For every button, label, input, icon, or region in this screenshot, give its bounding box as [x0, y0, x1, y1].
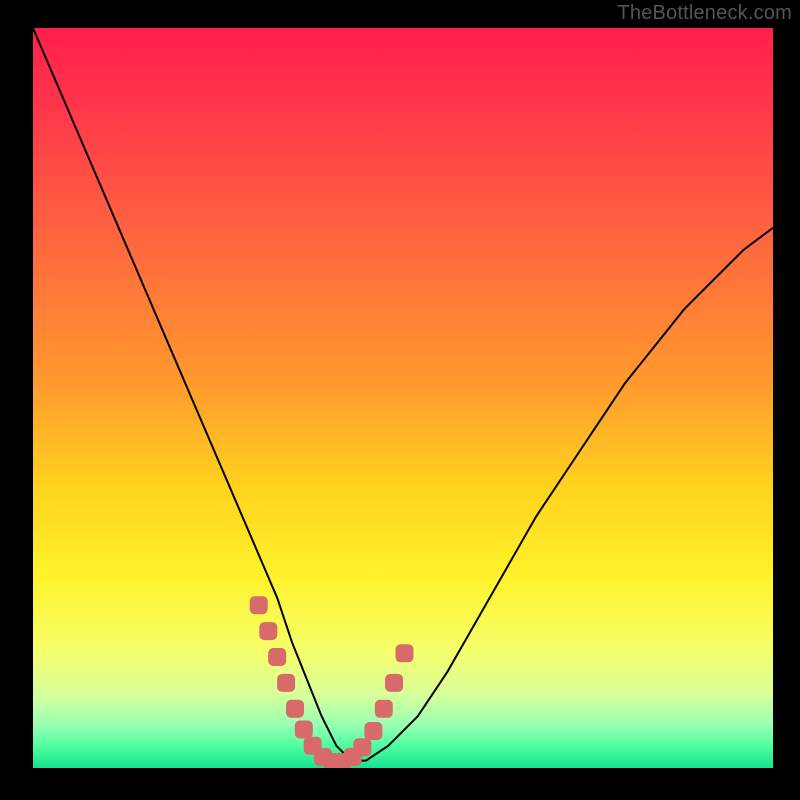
optimal-zone-marker: [277, 674, 295, 692]
optimal-zone-marker: [375, 700, 393, 718]
optimal-zone-marker: [259, 622, 277, 640]
optimal-zone-marker: [385, 674, 403, 692]
optimal-zone-marker: [396, 644, 414, 662]
optimal-zone-marker: [353, 738, 371, 756]
chart-frame: TheBottleneck.com: [0, 0, 800, 800]
optimal-zone-marker: [250, 596, 268, 614]
optimal-zone-marker: [268, 648, 286, 666]
watermark-text: TheBottleneck.com: [617, 2, 792, 25]
optimal-zone-marker: [295, 721, 313, 739]
optimal-zone-marker: [286, 700, 304, 718]
chart-svg: [0, 0, 800, 800]
optimal-zone-marker: [364, 722, 382, 740]
